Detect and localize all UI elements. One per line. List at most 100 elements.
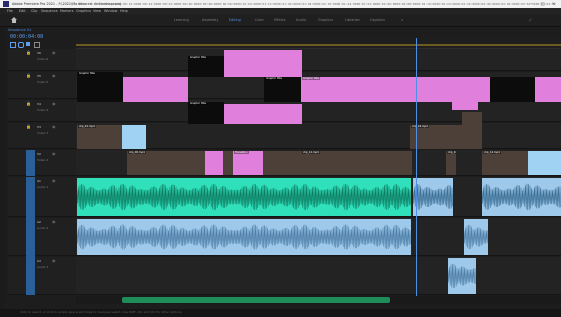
clip-name: clip_06.mp4: [128, 151, 146, 154]
video-clip[interactable]: clip_12.mp4: [301, 151, 341, 175]
video-clip[interactable]: clip_04.mp4: [410, 125, 462, 149]
graphic-clip[interactable]: [224, 104, 302, 124]
eye-icon[interactable]: ◉: [52, 50, 56, 55]
video-clip[interactable]: [223, 151, 233, 175]
track-name-v5: Video 5: [37, 80, 49, 84]
lock-icon[interactable]: 🔒: [26, 50, 31, 55]
graphic-clip[interactable]: Graphic title: [77, 72, 123, 102]
lock-icon[interactable]: 🔒: [26, 73, 31, 78]
video-clip[interactable]: [157, 151, 187, 175]
maximize-frame-icon[interactable]: ⤢: [529, 15, 532, 25]
video-clip[interactable]: [122, 125, 146, 149]
track-target-v2[interactable]: V2: [37, 152, 41, 156]
clip-name: clip_04.mp4: [411, 125, 429, 128]
audio-clip[interactable]: [413, 178, 453, 216]
graphic-clip[interactable]: [123, 77, 188, 102]
track-lane-v6[interactable]: [76, 49, 561, 71]
video-clip[interactable]: [187, 151, 205, 175]
graphic-clip[interactable]: Graphic title: [264, 77, 301, 102]
track-name-a2: Audio 2: [37, 226, 49, 230]
video-clip[interactable]: [263, 151, 301, 175]
audio-waveform: [77, 224, 411, 250]
eye-icon[interactable]: ◉: [52, 258, 56, 263]
ruler-tick-label: 00:00:16:00: [117, 2, 138, 6]
scrollbar-thumb[interactable]: [122, 297, 390, 303]
ruler-tick-label: 00:02:56:00: [515, 2, 536, 6]
video-clip[interactable]: [205, 151, 223, 175]
add-marker-icon[interactable]: [26, 42, 30, 46]
video-clip[interactable]: clip_14.mp4: [482, 151, 528, 175]
source-patch-a1[interactable]: [26, 177, 35, 295]
track-target-v4[interactable]: V4: [37, 102, 41, 106]
audio-clip[interactable]: [482, 178, 561, 216]
eye-icon[interactable]: ◉: [52, 124, 56, 129]
track-header-a3: A3Audio 3🔒◉: [8, 257, 76, 295]
wrench-icon[interactable]: [34, 42, 40, 48]
clip-name: clip_14.mp4: [483, 151, 501, 154]
workspace-learning[interactable]: Learning: [174, 15, 189, 25]
workspace-captions[interactable]: Captions: [370, 15, 385, 25]
graphic-clip[interactable]: [224, 50, 302, 77]
graphic-clip[interactable]: Graphic title: [301, 77, 349, 102]
eye-icon[interactable]: ◉: [52, 219, 56, 224]
sequence-tab[interactable]: Sequence 01: [8, 28, 31, 32]
playhead-line[interactable]: [416, 38, 417, 296]
ruler-tick-label: 00:01:20:00: [277, 2, 297, 6]
workspace-editing[interactable]: Editing: [229, 15, 241, 25]
graphic-clip[interactable]: Graphic title: [188, 102, 224, 124]
linked-selection-icon[interactable]: [18, 42, 24, 48]
workspace-libraries[interactable]: Libraries: [345, 15, 360, 25]
track-target-v6[interactable]: V6: [37, 51, 41, 55]
video-clip[interactable]: clip_16.mp4: [446, 151, 456, 175]
clip-name: clip_12.mp4: [302, 151, 320, 154]
eye-icon[interactable]: ◉: [52, 151, 56, 156]
graphic-clip[interactable]: [535, 77, 561, 102]
workspace-more-icon[interactable]: »: [401, 15, 403, 25]
workspace-graphics[interactable]: Graphics: [318, 15, 333, 25]
track-lane-a3[interactable]: [76, 257, 561, 295]
workspace-effects[interactable]: Effects: [274, 15, 286, 25]
track-header-a1: A1Audio 1🔒◉: [8, 177, 76, 217]
graphic-clip[interactable]: [452, 102, 478, 110]
lock-icon[interactable]: 🔒: [26, 124, 31, 129]
video-clip[interactable]: Transition: [233, 151, 263, 175]
track-lane-v3[interactable]: [76, 123, 561, 149]
graphic-clip[interactable]: [349, 77, 490, 102]
track-lane-v4[interactable]: [76, 100, 561, 122]
ruler-tick-label: 00:01:36:00: [316, 2, 337, 6]
workspace-audio[interactable]: Audio: [296, 15, 306, 25]
ruler-tick-label: 00:02:16:00: [416, 2, 437, 6]
track-target-v3[interactable]: V3: [37, 125, 41, 129]
video-clip[interactable]: clip_06.mp4: [127, 151, 157, 175]
workspace-assembly[interactable]: Assembly: [202, 15, 218, 25]
workspace-color[interactable]: Color: [255, 15, 264, 25]
time-ruler[interactable]: [76, 37, 561, 49]
audio-clip[interactable]: [77, 178, 411, 216]
video-clip[interactable]: [341, 151, 380, 175]
eye-icon[interactable]: ◉: [52, 73, 56, 78]
graphic-clip[interactable]: [490, 77, 535, 102]
track-target-a3[interactable]: A3: [37, 259, 41, 263]
audio-clip[interactable]: [448, 258, 476, 294]
audio-clip[interactable]: [77, 219, 411, 255]
video-clip[interactable]: [380, 151, 412, 175]
graphic-clip[interactable]: Graphic title: [188, 56, 224, 77]
track-target-a1[interactable]: A1: [37, 179, 41, 183]
playhead-timecode[interactable]: 00:00:04:08: [10, 34, 43, 40]
audio-clip[interactable]: [464, 219, 488, 255]
video-clip[interactable]: clip_01.mp4: [77, 125, 122, 149]
eye-icon[interactable]: ◉: [52, 178, 56, 183]
lock-icon[interactable]: 🔒: [26, 101, 31, 106]
source-patch-v1[interactable]: [26, 150, 35, 176]
snap-icon[interactable]: [10, 42, 16, 48]
eye-icon[interactable]: ◉: [52, 101, 56, 106]
track-target-a2[interactable]: A2: [37, 220, 41, 224]
video-clip[interactable]: [462, 112, 482, 149]
work-area-bar[interactable]: [76, 44, 561, 46]
ruler-tick-label: 00:00:56:00: [217, 2, 238, 6]
track-target-v5[interactable]: V5: [37, 74, 41, 78]
audio-waveform: [77, 183, 411, 211]
track-header-v5: V5 Video 5 🔒 ◉: [8, 72, 76, 99]
ruler-tick-label: 00:02:48:00: [495, 2, 516, 6]
video-clip[interactable]: [528, 151, 561, 175]
